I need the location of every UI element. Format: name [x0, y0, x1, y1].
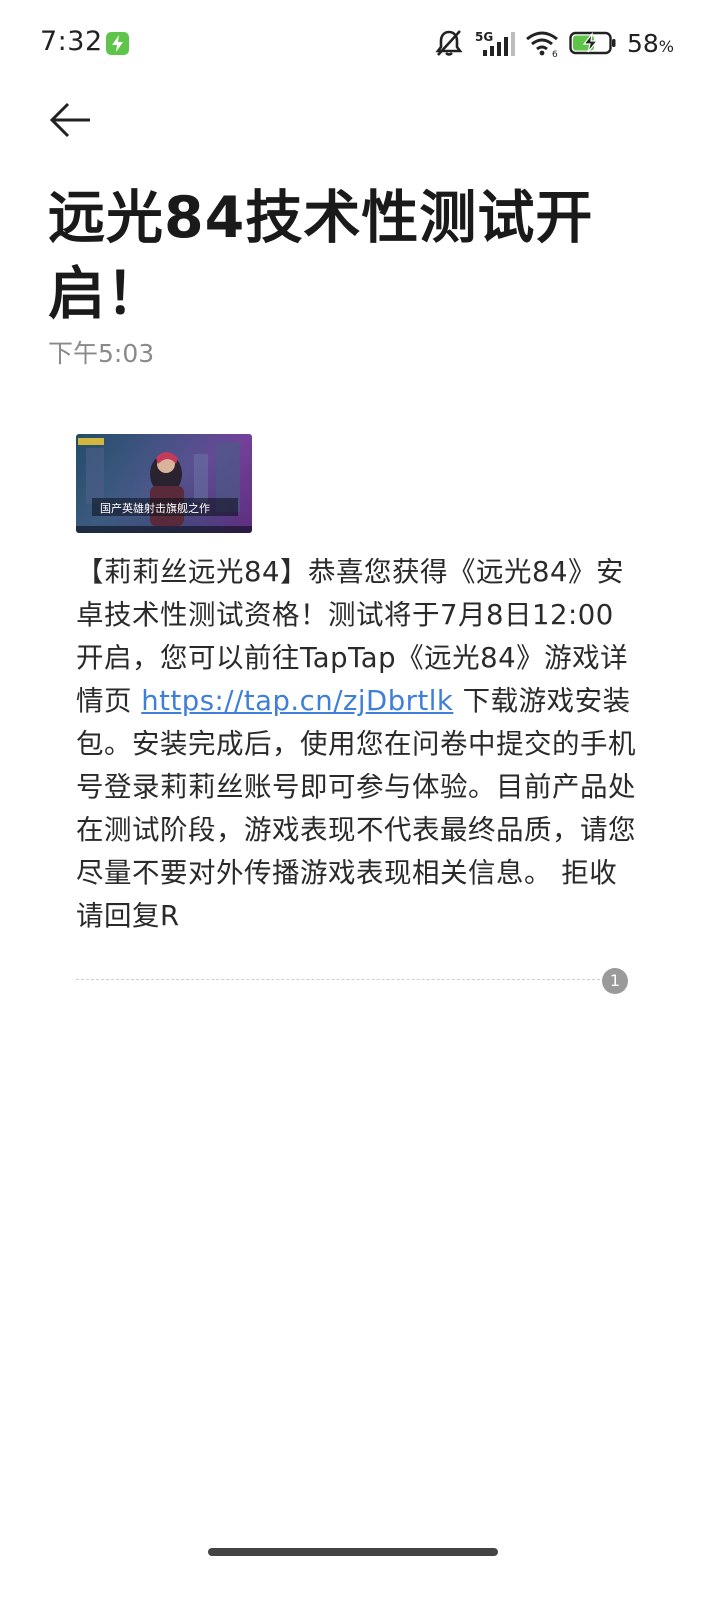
status-icons: 5G 6 58%: [433, 26, 674, 60]
wifi-icon: 6: [526, 31, 558, 58]
silent-mode-icon: [435, 30, 463, 56]
message-link[interactable]: https://tap.cn/zjDbrtlk: [141, 685, 453, 717]
cellular-signal-icon: 5G: [475, 30, 515, 56]
home-indicator[interactable]: [208, 1548, 498, 1556]
image-caption: 国产英雄射击旗舰之作: [100, 501, 210, 515]
status-bar: 7:32 5G 6 58%: [0, 0, 720, 86]
svg-text:6: 6: [552, 50, 558, 58]
back-button[interactable]: [46, 98, 98, 142]
message-count-badge: 1: [602, 968, 628, 994]
page-title: 远光84技术性测试开启！: [48, 185, 594, 327]
message-divider: [76, 979, 600, 980]
message-time: 下午5:03: [48, 339, 155, 368]
message-image[interactable]: 国产英雄射击旗舰之作: [76, 434, 252, 533]
battery-charging-icon: [569, 31, 616, 55]
message-card: 国产英雄射击旗舰之作 【莉莉丝远光84】恭喜您获得《远光84》安卓技术性测试资格…: [76, 434, 636, 938]
status-time: 7:32: [40, 26, 103, 57]
network-type-label: 5G: [475, 30, 493, 44]
message-body: 【莉莉丝远光84】恭喜您获得《远光84》安卓技术性测试资格！测试将于7月8日12…: [76, 551, 636, 938]
battery-percent: 58%: [626, 28, 674, 58]
message-text-part-2: 下载游戏安装包。安装完成后，使用您在问卷中提交的手机号登录莉莉丝账号即可参与体验…: [76, 685, 636, 932]
arrow-left-icon: [49, 102, 90, 138]
charging-app-icon: [106, 32, 129, 55]
